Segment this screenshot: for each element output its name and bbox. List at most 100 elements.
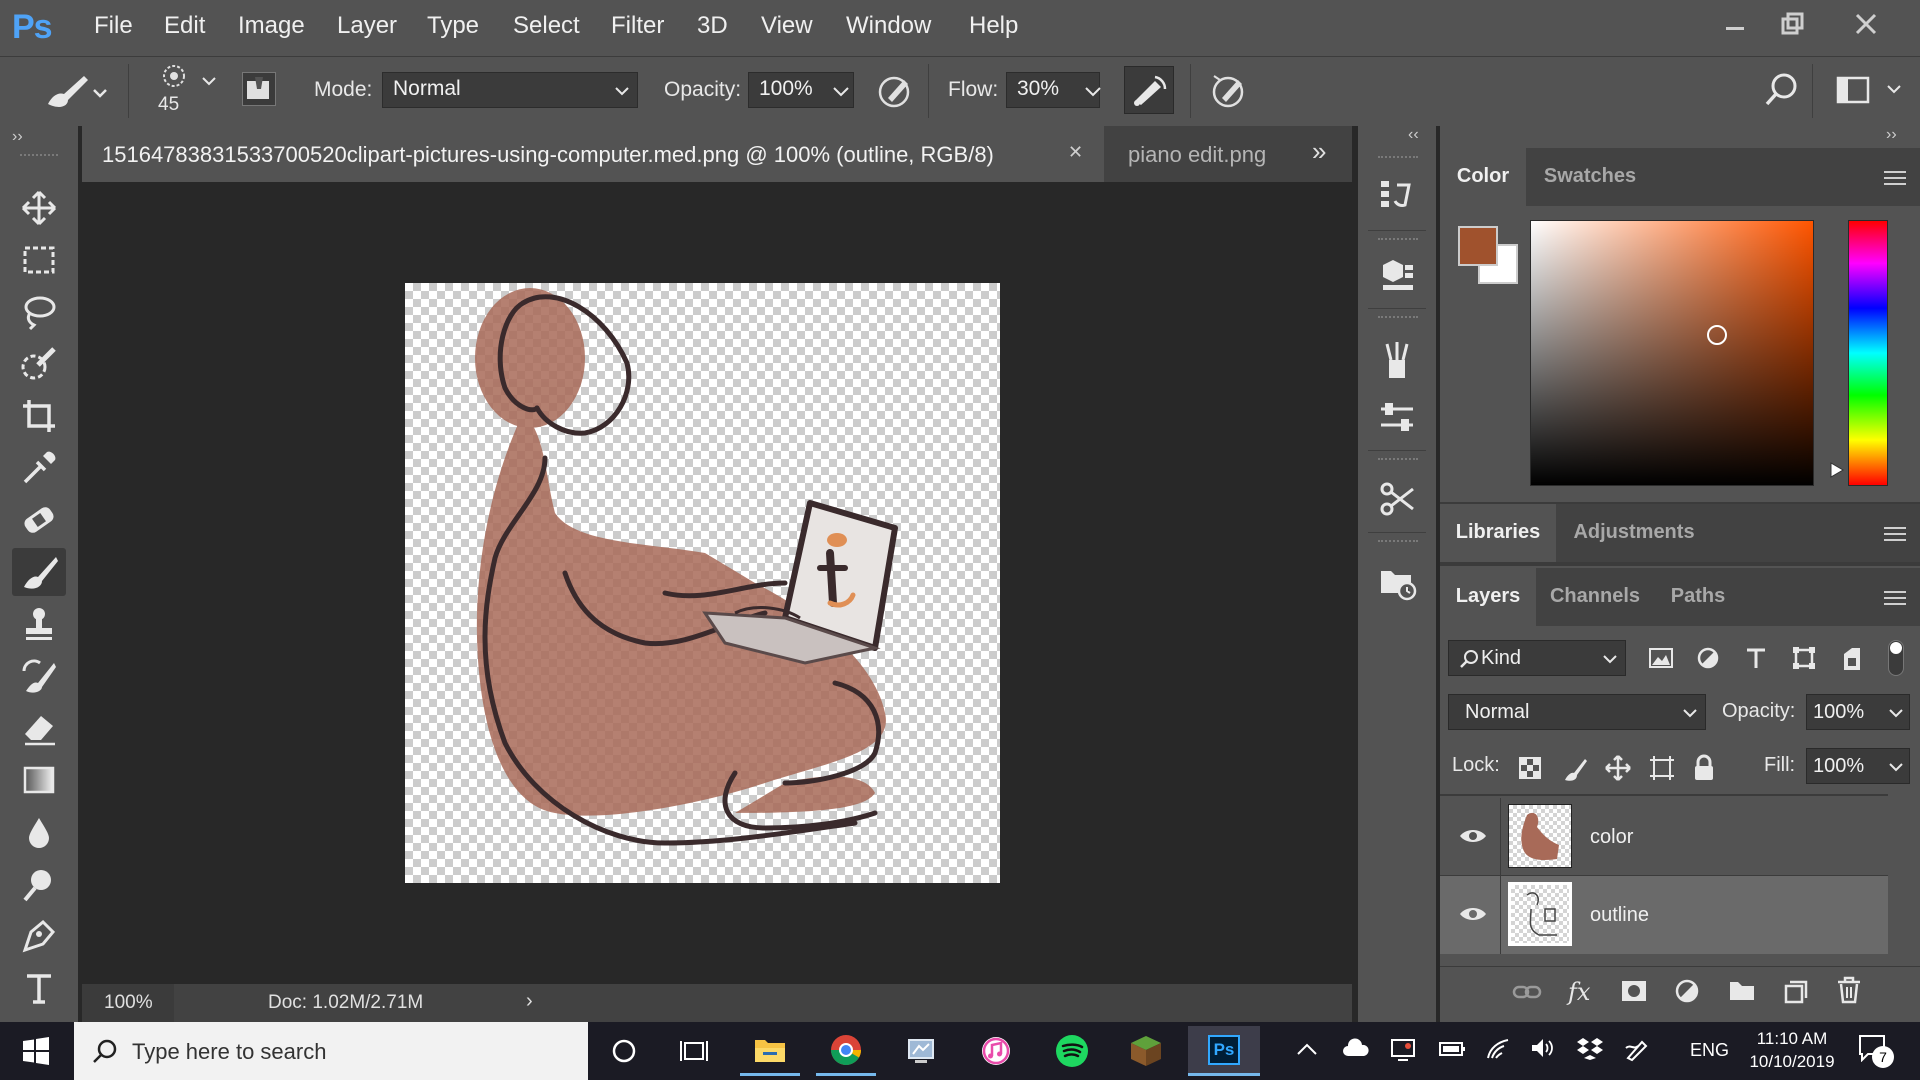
eyedropper-tool[interactable] bbox=[12, 444, 66, 492]
panel-menu-icon[interactable] bbox=[1884, 170, 1908, 186]
type-tool[interactable] bbox=[12, 964, 66, 1012]
filter-adjustment-layers-icon[interactable] bbox=[1696, 646, 1720, 670]
3d-panel-button[interactable] bbox=[1368, 250, 1426, 300]
dodge-tool[interactable] bbox=[12, 860, 66, 908]
history-panel-button[interactable] bbox=[1368, 170, 1426, 220]
quick-selection-tool[interactable] bbox=[12, 340, 66, 388]
menu-view[interactable]: View bbox=[761, 12, 813, 40]
battery-icon[interactable] bbox=[1438, 1040, 1466, 1058]
document-tab-active[interactable]: 15164783831533700520clipart-pictures-usi… bbox=[82, 126, 1104, 182]
toolbar-grip[interactable] bbox=[20, 154, 58, 160]
crop-tool[interactable] bbox=[12, 392, 66, 440]
file-explorer-taskbar-button[interactable] bbox=[740, 1026, 800, 1076]
link-layers-icon[interactable] bbox=[1512, 982, 1542, 1002]
pressure-opacity-button[interactable] bbox=[874, 70, 916, 112]
hue-slider[interactable] bbox=[1848, 220, 1888, 486]
menu-image[interactable]: Image bbox=[238, 12, 305, 40]
wifi-icon[interactable] bbox=[1484, 1036, 1512, 1060]
show-hidden-icons-chevron-up-icon[interactable] bbox=[1296, 1042, 1318, 1056]
minimize-button[interactable] bbox=[1707, 4, 1763, 44]
eye-visibility-icon[interactable] bbox=[1458, 826, 1488, 846]
restore-button[interactable] bbox=[1765, 4, 1821, 44]
foreground-color-swatch[interactable] bbox=[1458, 226, 1498, 266]
tool-presets-button[interactable] bbox=[1368, 474, 1426, 524]
lock-image-pixels-icon[interactable] bbox=[1562, 756, 1588, 782]
layer-filter-kind-dropdown[interactable]: Kind bbox=[1448, 640, 1626, 676]
tab-adjustments[interactable]: Adjustments bbox=[1556, 504, 1712, 562]
marquee-tool[interactable] bbox=[12, 236, 66, 284]
layer-blend-mode-dropdown[interactable]: Normal bbox=[1448, 694, 1706, 730]
airbrush-toggle[interactable] bbox=[1124, 66, 1174, 114]
cortana-button[interactable] bbox=[594, 1026, 654, 1076]
eraser-tool[interactable] bbox=[12, 704, 66, 752]
itunes-taskbar-button[interactable] bbox=[966, 1026, 1026, 1076]
onedrive-cloud-icon[interactable] bbox=[1342, 1038, 1370, 1058]
tab-channels[interactable]: Channels bbox=[1536, 568, 1654, 626]
layer-row-color[interactable]: color bbox=[1440, 798, 1888, 876]
menu-filter[interactable]: Filter bbox=[611, 12, 664, 40]
move-tool[interactable] bbox=[12, 184, 66, 232]
layer-row-outline[interactable]: outline bbox=[1440, 876, 1888, 954]
input-language-indicator[interactable]: ENG bbox=[1690, 1040, 1729, 1061]
clone-stamp-tool[interactable] bbox=[12, 600, 66, 648]
display-settings-icon[interactable] bbox=[1390, 1036, 1416, 1062]
lock-all-icon[interactable] bbox=[1692, 754, 1716, 782]
pen-ink-workspace-icon[interactable] bbox=[1624, 1036, 1650, 1062]
clock[interactable]: 11:10 AM 10/10/2019 bbox=[1744, 1026, 1840, 1078]
menu-file[interactable]: File bbox=[94, 12, 133, 40]
filter-smart-objects-icon[interactable] bbox=[1840, 646, 1864, 672]
history-brush-tool[interactable] bbox=[12, 652, 66, 700]
chrome-taskbar-button[interactable] bbox=[816, 1026, 876, 1076]
brush-tool-preset-picker[interactable] bbox=[40, 70, 110, 114]
network-app-taskbar-button[interactable] bbox=[892, 1026, 952, 1076]
menu-window[interactable]: Window bbox=[846, 12, 931, 40]
collapse-toolbar-icon[interactable]: ›› bbox=[12, 128, 23, 146]
tab-libraries[interactable]: Libraries bbox=[1440, 504, 1556, 562]
layer-filter-toggle[interactable] bbox=[1888, 640, 1904, 676]
tab-color[interactable]: Color bbox=[1440, 148, 1526, 206]
task-view-button[interactable] bbox=[664, 1026, 724, 1076]
filter-pixel-layers-icon[interactable] bbox=[1648, 646, 1674, 670]
gradient-tool[interactable] bbox=[12, 756, 66, 804]
close-tab-icon[interactable]: ✕ bbox=[1068, 142, 1083, 163]
menu-select[interactable]: Select bbox=[513, 12, 580, 40]
layer-opacity-input[interactable]: 100% bbox=[1806, 694, 1910, 730]
panel-menu-icon[interactable] bbox=[1884, 526, 1908, 542]
action-center-button[interactable]: 7 bbox=[1856, 1032, 1900, 1072]
filter-shape-layers-icon[interactable] bbox=[1792, 646, 1816, 670]
collapse-panels-icon[interactable]: ›› bbox=[1886, 126, 1897, 144]
status-menu-chevron-icon[interactable]: › bbox=[526, 990, 533, 1013]
brush-settings-button[interactable] bbox=[1368, 336, 1426, 386]
properties-panel-button[interactable] bbox=[1368, 392, 1426, 442]
menu-layer[interactable]: Layer bbox=[337, 12, 397, 40]
delete-layer-trash-icon[interactable] bbox=[1836, 976, 1862, 1004]
mode-dropdown[interactable]: Normal bbox=[382, 72, 638, 108]
brush-tool[interactable] bbox=[12, 548, 66, 596]
lock-position-icon[interactable] bbox=[1604, 754, 1632, 782]
tab-layers[interactable]: Layers bbox=[1440, 568, 1536, 626]
workspace-switcher[interactable] bbox=[1836, 72, 1906, 108]
menu-3d[interactable]: 3D bbox=[697, 12, 728, 40]
minecraft-taskbar-button[interactable] bbox=[1116, 1026, 1176, 1076]
document-tab-piano-edit[interactable]: piano edit.png bbox=[1108, 126, 1276, 182]
flow-slider-toggle[interactable] bbox=[1080, 72, 1106, 108]
brush-panel-toggle[interactable] bbox=[242, 72, 276, 106]
lasso-tool[interactable] bbox=[12, 288, 66, 336]
document-size-info[interactable]: Doc: 1.02M/2.71M bbox=[268, 992, 423, 1014]
actions-panel-button[interactable] bbox=[1368, 556, 1426, 606]
new-group-folder-icon[interactable] bbox=[1728, 978, 1756, 1002]
taskbar-search-box[interactable]: Type here to search bbox=[74, 1022, 588, 1080]
panel-menu-icon[interactable] bbox=[1884, 590, 1908, 606]
add-layer-mask-icon[interactable] bbox=[1620, 978, 1648, 1004]
layer-fill-input[interactable]: 100% bbox=[1806, 748, 1910, 784]
volume-speaker-icon[interactable] bbox=[1530, 1036, 1556, 1060]
photoshop-taskbar-button[interactable]: Ps bbox=[1188, 1026, 1260, 1076]
menu-help[interactable]: Help bbox=[969, 12, 1018, 40]
new-adjustment-layer-icon[interactable] bbox=[1674, 978, 1700, 1004]
pen-tool[interactable] bbox=[12, 912, 66, 960]
eye-visibility-icon[interactable] bbox=[1458, 904, 1488, 924]
blur-tool[interactable] bbox=[12, 808, 66, 856]
expand-dock-icon[interactable]: ‹‹ bbox=[1408, 126, 1419, 144]
lock-artboard-icon[interactable] bbox=[1648, 754, 1676, 782]
zoom-level-field[interactable]: 100% bbox=[82, 984, 174, 1022]
